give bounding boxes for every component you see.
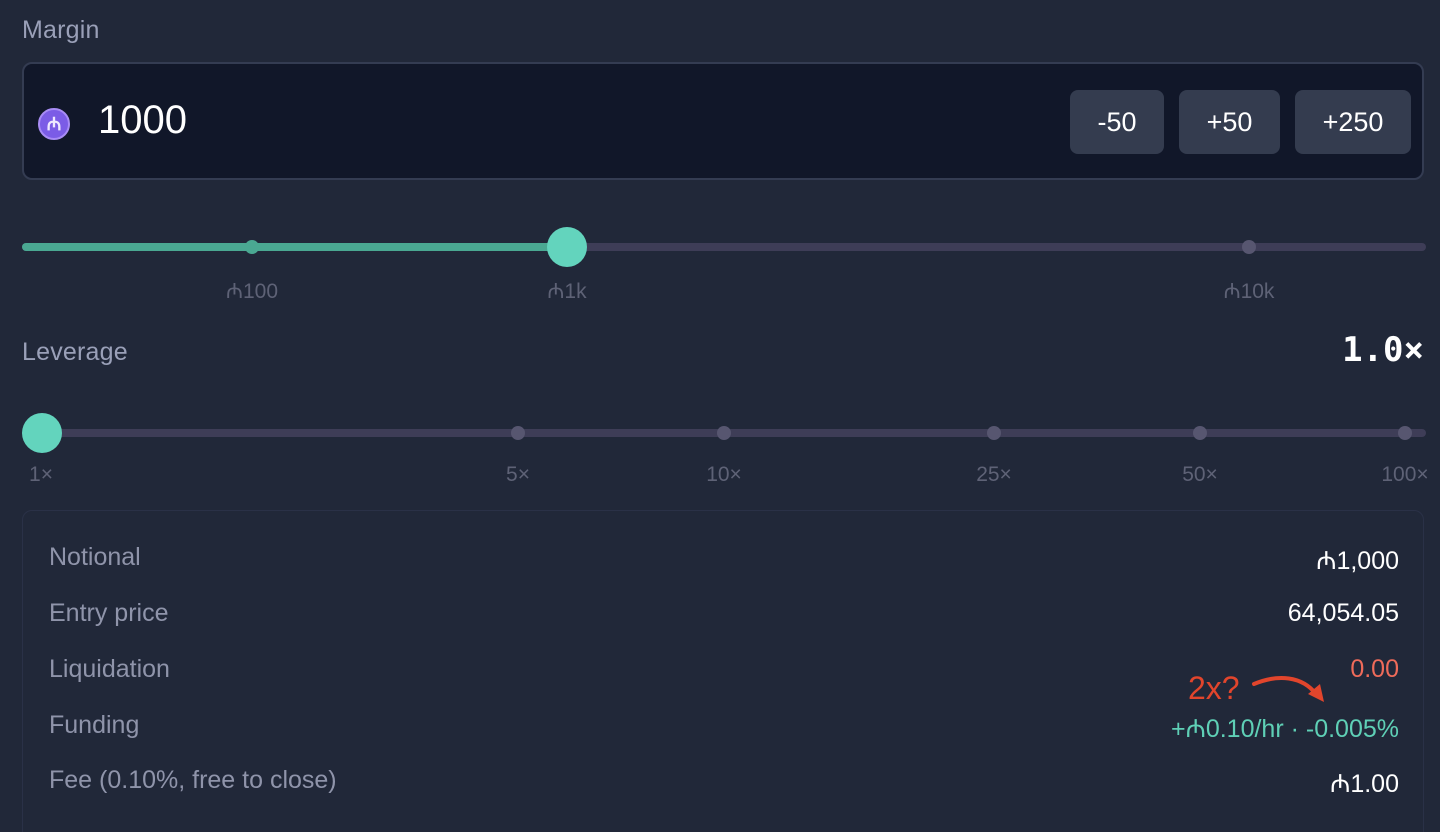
leverage-tick-label-1x: 1× (29, 463, 53, 486)
notional-row: Notional ₼1,000 (49, 543, 1399, 583)
margin-tick-label-1k: ₼1k (547, 280, 587, 303)
leverage-tick-5x[interactable] (511, 426, 525, 440)
leverage-value: 1.0× (1342, 330, 1424, 370)
margin-tick-label-10k: ₼10k (1223, 280, 1275, 303)
margin-tick-label-100: ₼100 (225, 280, 279, 303)
margin-slider-fill (22, 243, 568, 251)
leverage-label: Leverage (22, 338, 128, 366)
annotation-text: 2x? (1188, 670, 1240, 706)
entry-price-value: 64,054.05 (1287, 599, 1399, 627)
currency-coin-icon: ₼ (38, 108, 70, 140)
liquidation-value: 0.00 (1350, 655, 1399, 683)
margin-slider-thumb[interactable] (547, 227, 587, 267)
leverage-slider-thumb[interactable] (22, 413, 62, 453)
leverage-tick-50x[interactable] (1193, 426, 1207, 440)
liquidation-label: Liquidation (49, 655, 170, 683)
funding-value: +₼0.10/hr · -0.005% (1170, 715, 1399, 743)
margin-label: Margin (22, 16, 100, 44)
margin-tick-100[interactable] (245, 240, 259, 254)
leverage-tick-10x[interactable] (717, 426, 731, 440)
notional-label: Notional (49, 543, 141, 571)
margin-input[interactable] (98, 98, 498, 143)
leverage-tick-label-25x: 25× (976, 463, 1012, 486)
margin-tick-10k[interactable] (1242, 240, 1256, 254)
plus-50-button[interactable]: +50 (1179, 90, 1280, 154)
leverage-tick-label-100x: 100× (1381, 463, 1429, 486)
plus-250-button[interactable]: +250 (1295, 90, 1411, 154)
fee-value: ₼1.00 (1330, 770, 1399, 798)
entry-price-row: Entry price 64,054.05 (49, 599, 1399, 639)
leverage-tick-25x[interactable] (987, 426, 1001, 440)
leverage-tick-label-10x: 10× (706, 463, 742, 486)
funding-label: Funding (49, 711, 140, 739)
minus-50-button[interactable]: -50 (1070, 90, 1164, 154)
leverage-tick-label-5x: 5× (506, 463, 530, 486)
leverage-tick-label-50x: 50× (1182, 463, 1218, 486)
notional-value: ₼1,000 (1316, 547, 1399, 575)
funding-row: Funding +₼0.10/hr · -0.005% (49, 711, 1399, 751)
leverage-tick-100x[interactable] (1398, 426, 1412, 440)
annotation-arrow-icon (1252, 676, 1324, 702)
margin-input-box[interactable]: ₼ -50 +50 +250 (22, 62, 1424, 180)
entry-price-label: Entry price (49, 599, 169, 627)
fee-label: Fee (0.10%, free to close) (49, 766, 337, 794)
fee-row: Fee (0.10%, free to close) ₼1.00 (49, 766, 1399, 806)
trade-panel: Margin ₼ -50 +50 +250 ₼100 ₼1k ₼10k Leve… (0, 0, 1440, 832)
